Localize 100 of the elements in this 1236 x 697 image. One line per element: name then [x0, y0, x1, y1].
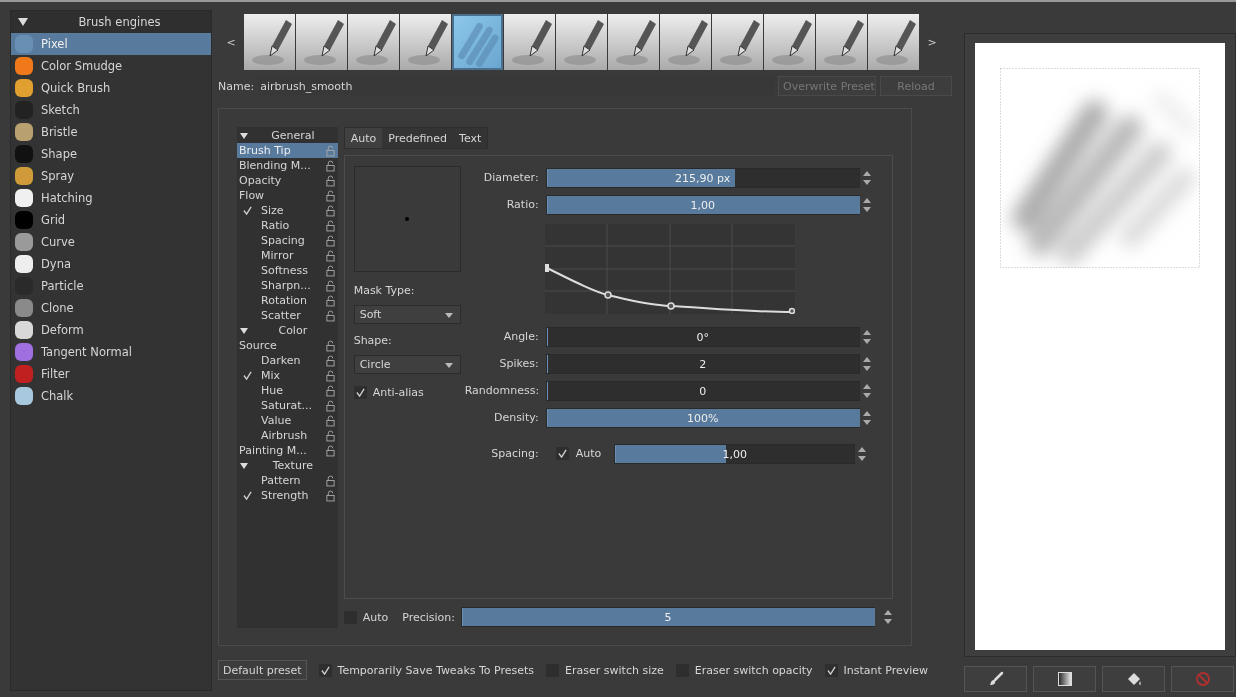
lock-icon[interactable] — [325, 414, 335, 427]
value-slider[interactable]: 2 — [545, 353, 860, 374]
option-item[interactable]: Brush Tip — [237, 143, 338, 158]
lock-icon[interactable] — [325, 309, 335, 322]
option-item[interactable]: Spacing — [237, 233, 338, 248]
preset-thumbnail[interactable] — [868, 14, 919, 70]
checkbox[interactable] — [555, 447, 569, 460]
default-preset-button[interactable]: Default preset — [218, 660, 307, 680]
tab[interactable]: Predefined — [382, 128, 454, 148]
lock-icon[interactable] — [325, 354, 335, 367]
lock-icon[interactable] — [325, 429, 335, 442]
lock-icon[interactable] — [325, 159, 335, 172]
option-item[interactable]: Rotation — [237, 293, 338, 308]
preset-thumbnail[interactable] — [452, 14, 503, 70]
option-item[interactable]: Strength — [237, 488, 338, 503]
lock-icon[interactable] — [325, 204, 335, 217]
brush-engine-item[interactable]: Grid — [11, 209, 211, 231]
brush-engine-item[interactable]: Quick Brush — [11, 77, 211, 99]
panel-header[interactable]: Brush engines — [11, 11, 211, 33]
option-item[interactable]: Flow — [237, 188, 338, 203]
brush-engine-item[interactable]: Hatching — [11, 187, 211, 209]
preset-thumbnail[interactable] — [608, 14, 659, 70]
gradient-button[interactable] — [1033, 666, 1096, 692]
brush-engine-item[interactable]: Deform — [11, 319, 211, 341]
section-header[interactable]: Texture — [237, 458, 338, 473]
value-slider[interactable]: 100% — [545, 407, 860, 428]
option-item[interactable]: Ratio — [237, 218, 338, 233]
preset-thumbnail[interactable] — [504, 14, 555, 70]
brush-engine-item[interactable]: Shape — [11, 143, 211, 165]
brush-engine-item[interactable]: Sketch — [11, 99, 211, 121]
falloff-curve-editor[interactable] — [544, 224, 795, 314]
preset-thumbnail[interactable] — [244, 14, 295, 70]
value-slider[interactable]: 215,90 px — [545, 167, 860, 188]
lock-icon[interactable] — [325, 264, 335, 277]
option-item[interactable]: Source — [237, 338, 338, 353]
brush-engine-item[interactable]: Pixel — [11, 33, 211, 55]
lock-icon[interactable] — [325, 189, 335, 202]
preset-thumbnail[interactable] — [400, 14, 451, 70]
option-item[interactable]: Hue — [237, 383, 338, 398]
brush-button[interactable] — [964, 666, 1027, 692]
previous-button[interactable]: < — [218, 35, 244, 49]
brush-engine-item[interactable]: Color Smudge — [11, 55, 211, 77]
preset-thumbnail[interactable] — [712, 14, 763, 70]
lock-icon[interactable] — [325, 444, 335, 457]
checkbox[interactable] — [318, 663, 332, 677]
section-header[interactable]: Color — [237, 323, 338, 338]
lock-icon[interactable] — [325, 474, 335, 487]
brush-engine-item[interactable]: Clone — [11, 297, 211, 319]
option-item[interactable]: Value — [237, 413, 338, 428]
checkbox[interactable] — [824, 663, 838, 677]
brush-engine-item[interactable]: Tangent Normal — [11, 341, 211, 363]
brush-engine-item[interactable]: Filter — [11, 363, 211, 385]
mask-type-dropdown[interactable]: Soft — [353, 305, 461, 324]
value-slider[interactable]: 0° — [545, 326, 860, 347]
preset-thumbnail[interactable] — [296, 14, 347, 70]
value-slider[interactable]: 0 — [545, 380, 860, 401]
precision-slider[interactable]: 5 — [461, 607, 875, 627]
lock-icon[interactable] — [325, 339, 335, 352]
checkbox[interactable] — [353, 386, 367, 399]
lock-icon[interactable] — [325, 294, 335, 307]
lock-icon[interactable] — [325, 249, 335, 262]
option-item[interactable]: Darken — [237, 353, 338, 368]
preset-thumbnail[interactable] — [348, 14, 399, 70]
lock-icon[interactable] — [325, 399, 335, 412]
option-item[interactable]: Saturat... — [237, 398, 338, 413]
brush-engine-item[interactable]: Dyna — [11, 253, 211, 275]
fill-button[interactable] — [1102, 666, 1165, 692]
option-item[interactable]: Opacity — [237, 173, 338, 188]
option-item[interactable]: Scatter — [237, 308, 338, 323]
brush-engine-item[interactable]: Curve — [11, 231, 211, 253]
preset-thumbnail[interactable] — [556, 14, 607, 70]
lock-icon[interactable] — [325, 279, 335, 292]
brush-engine-item[interactable]: Chalk — [11, 385, 211, 407]
lock-icon[interactable] — [325, 219, 335, 232]
preset-thumbnail[interactable] — [660, 14, 711, 70]
lock-icon[interactable] — [325, 489, 335, 502]
brush-engine-item[interactable]: Particle — [11, 275, 211, 297]
option-item[interactable]: Blending M... — [237, 158, 338, 173]
shape-dropdown[interactable]: Circle — [353, 355, 461, 374]
option-item[interactable]: Size — [237, 203, 338, 218]
check-icon[interactable] — [243, 205, 253, 216]
lock-icon[interactable] — [325, 174, 335, 187]
option-item[interactable]: Pattern — [237, 473, 338, 488]
check-icon[interactable] — [243, 370, 253, 381]
preset-thumbnail[interactable] — [816, 14, 867, 70]
brush-engine-item[interactable]: Spray — [11, 165, 211, 187]
tab[interactable]: Auto — [344, 128, 383, 148]
brush-engine-item[interactable]: Bristle — [11, 121, 211, 143]
lock-icon[interactable] — [325, 384, 335, 397]
option-item[interactable]: Sharpn... — [237, 278, 338, 293]
option-item[interactable]: Airbrush — [237, 428, 338, 443]
option-item[interactable]: Mirror — [237, 248, 338, 263]
value-slider[interactable]: 1,00 — [545, 194, 860, 215]
option-item[interactable]: Mix — [237, 368, 338, 383]
check-icon[interactable] — [243, 490, 253, 501]
lock-icon[interactable] — [325, 369, 335, 382]
lock-icon[interactable] — [325, 234, 335, 247]
option-item[interactable]: Softness — [237, 263, 338, 278]
tab[interactable]: Text — [453, 128, 488, 148]
preset-thumbnail[interactable] — [764, 14, 815, 70]
